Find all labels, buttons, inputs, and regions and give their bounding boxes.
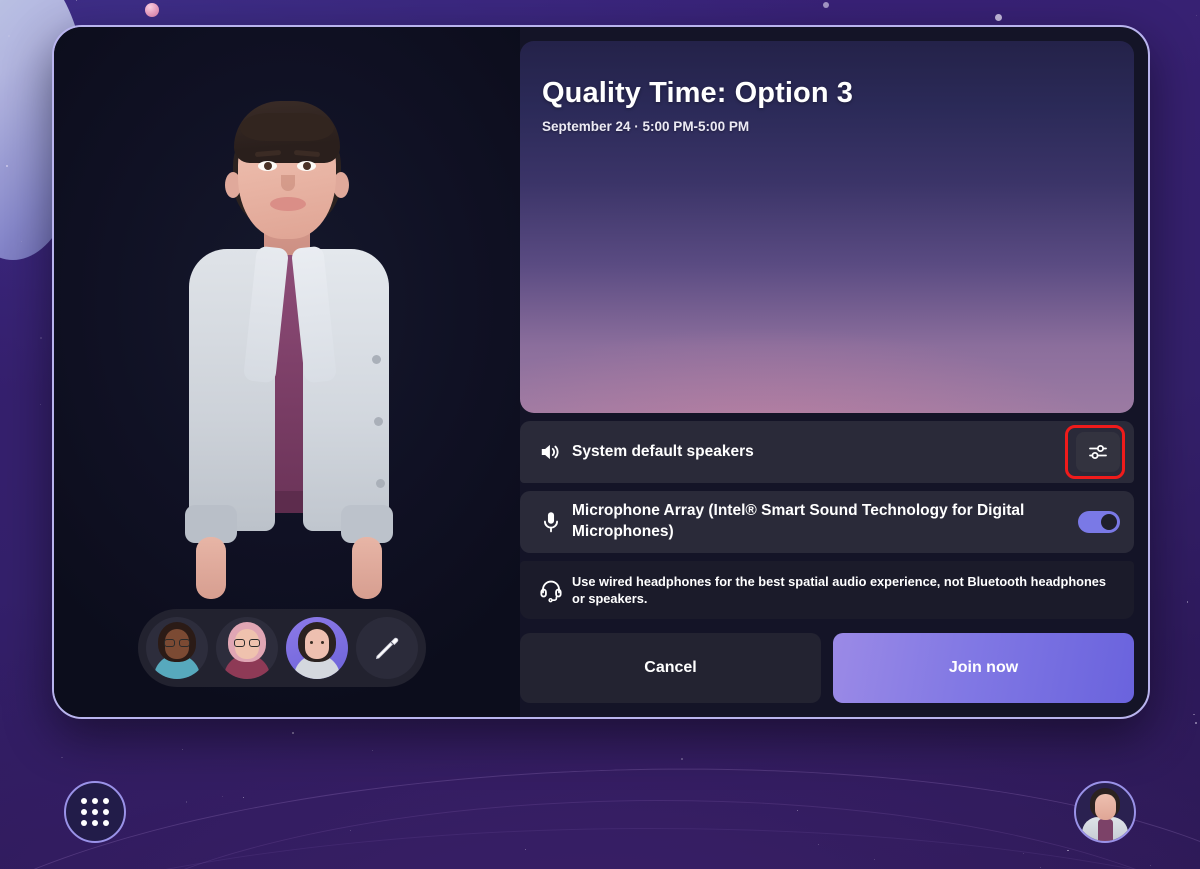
microphone-device-label: Microphone Array (Intel® Smart Sound Tec… [572, 502, 1025, 540]
speaker-settings-button[interactable] [1076, 431, 1120, 472]
orbit-arc [0, 744, 1200, 869]
meeting-time: September 24 · 5:00 PM-5:00 PM [542, 119, 750, 134]
pink-sphere-icon [145, 3, 159, 17]
avatar-hair-fringe [240, 113, 334, 141]
page-title: Quality Time: Option 3 [542, 77, 854, 109]
sliders-icon [1089, 444, 1107, 459]
orbit-arc [30, 800, 1200, 869]
avatar-pupil-right [303, 162, 311, 170]
user-avatar-icon [1076, 783, 1134, 841]
avatar-hand-right [352, 537, 382, 599]
avatar-button [374, 417, 383, 426]
avatar-picker [138, 609, 426, 687]
star-dot-icon [995, 14, 1002, 21]
apps-grid-button[interactable] [64, 781, 126, 843]
join-meeting-dialog: Quality Time: Option 3 September 24 · 5:… [52, 25, 1150, 719]
microphone-toggle[interactable] [1078, 510, 1120, 533]
avatar-option-1[interactable] [146, 617, 208, 679]
pencil-icon [375, 637, 399, 660]
avatar-mouth [270, 197, 306, 211]
headset-icon [538, 577, 572, 603]
spatial-audio-hint: Use wired headphones for the best spatia… [520, 560, 1134, 619]
avatar-hand-left [196, 537, 226, 599]
profile-avatar-button[interactable] [1074, 781, 1136, 843]
microphone-device-row[interactable]: Microphone Array (Intel® Smart Sound Tec… [520, 490, 1134, 553]
dialog-content: Quality Time: Option 3 September 24 · 5:… [520, 27, 1148, 717]
orbit-arc [0, 828, 1200, 869]
avatar-button [372, 355, 381, 364]
microphone-icon [538, 509, 572, 535]
app-root: Quality Time: Option 3 September 24 · 5:… [0, 0, 1200, 869]
avatar-edit-button[interactable] [356, 617, 418, 679]
cancel-button[interactable]: Cancel [520, 633, 821, 703]
grid-dots-icon [81, 798, 109, 826]
avatar-pupil-left [264, 162, 272, 170]
avatar-figure [54, 87, 520, 607]
join-now-button[interactable]: Join now [833, 633, 1134, 703]
dialog-actions: Cancel Join now [520, 633, 1134, 703]
avatar-button [376, 479, 385, 488]
spatial-audio-hint-text: Use wired headphones for the best spatia… [572, 573, 1107, 606]
star-dot-icon [823, 2, 829, 8]
toggle-knob [1101, 513, 1117, 530]
avatar-preview-stage [54, 27, 520, 717]
speaker-device-row[interactable]: System default speakers [520, 420, 1134, 483]
avatar-option-2[interactable] [216, 617, 278, 679]
avatar-nose [281, 175, 295, 191]
meeting-banner: Quality Time: Option 3 September 24 · 5:… [520, 41, 1134, 413]
speaker-device-label: System default speakers [572, 442, 754, 460]
speaker-icon [538, 439, 572, 465]
avatar-option-3[interactable] [286, 617, 348, 679]
